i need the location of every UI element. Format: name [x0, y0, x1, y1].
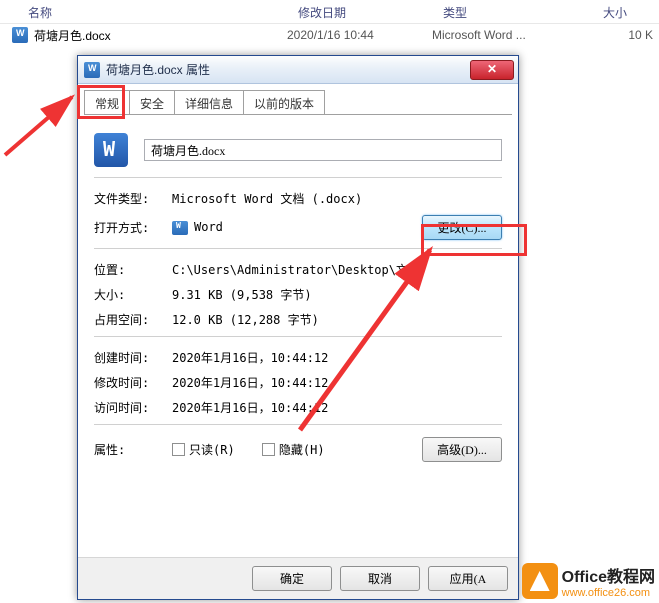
dialog-button-bar: 确定 取消 应用(A	[78, 557, 518, 599]
tab-general[interactable]: 常规	[84, 90, 130, 114]
col-name[interactable]: 名称	[0, 0, 290, 23]
size-value: 9.31 KB (9,538 字节)	[172, 286, 502, 303]
accessed-label: 访问时间:	[94, 399, 172, 416]
hidden-checkbox[interactable]: 隐藏(H)	[262, 441, 325, 458]
watermark-icon	[522, 563, 558, 599]
change-button[interactable]: 更改(C)...	[422, 215, 502, 240]
separator	[94, 424, 502, 425]
tab-security[interactable]: 安全	[129, 90, 175, 114]
tab-details[interactable]: 详细信息	[174, 90, 244, 114]
attributes-label: 属性:	[94, 441, 172, 458]
cancel-button[interactable]: 取消	[340, 566, 420, 591]
separator	[94, 248, 502, 249]
file-name: 荷塘月色.docx	[34, 27, 287, 44]
file-date: 2020/1/16 10:44	[287, 28, 432, 42]
watermark-title: Office教程网	[562, 563, 655, 587]
modified-label: 修改时间:	[94, 374, 172, 391]
filetype-value: Microsoft Word 文档 (.docx)	[172, 190, 502, 207]
size-label: 大小:	[94, 286, 172, 303]
readonly-checkbox[interactable]: 只读(R)	[172, 441, 235, 458]
file-row[interactable]: 荷塘月色.docx 2020/1/16 10:44 Microsoft Word…	[0, 24, 659, 46]
file-size: 10 K	[592, 28, 659, 42]
properties-dialog: 荷塘月色.docx 属性 ✕ 常规 安全 详细信息 以前的版本 文件类型: Mi…	[77, 55, 519, 600]
tab-content: 文件类型: Microsoft Word 文档 (.docx) 打开方式: Wo…	[78, 115, 518, 476]
separator	[94, 177, 502, 178]
disksize-value: 12.0 KB (12,288 字节)	[172, 311, 502, 328]
separator	[94, 336, 502, 337]
title-bar[interactable]: 荷塘月色.docx 属性 ✕	[78, 56, 518, 84]
tab-previous-versions[interactable]: 以前的版本	[243, 90, 325, 114]
col-size[interactable]: 大小	[595, 0, 659, 23]
watermark-url: www.office26.com	[562, 587, 655, 599]
created-value: 2020年1月16日，10:44:12	[172, 349, 502, 366]
small-word-icon	[172, 221, 188, 235]
ok-button[interactable]: 确定	[252, 566, 332, 591]
created-label: 创建时间:	[94, 349, 172, 366]
openwith-label: 打开方式:	[94, 219, 172, 236]
openwith-value: Word	[172, 220, 422, 235]
explorer-column-header: 名称 修改日期 类型 大小	[0, 0, 659, 24]
filetype-label: 文件类型:	[94, 190, 172, 207]
word-icon	[84, 62, 100, 78]
accessed-value: 2020年1月16日，10:44:12	[172, 399, 502, 416]
disksize-label: 占用空间:	[94, 311, 172, 328]
location-value: C:\Users\Administrator\Desktop\文章	[172, 261, 502, 278]
col-date[interactable]: 修改日期	[290, 0, 435, 23]
watermark: Office教程网 www.office26.com	[522, 563, 655, 599]
dialog-title: 荷塘月色.docx 属性	[106, 61, 470, 78]
advanced-button[interactable]: 高级(D)...	[422, 437, 502, 462]
modified-value: 2020年1月16日，10:44:12	[172, 374, 502, 391]
close-button[interactable]: ✕	[470, 60, 514, 80]
file-type: Microsoft Word ...	[432, 28, 592, 42]
tab-strip: 常规 安全 详细信息 以前的版本	[84, 90, 518, 114]
apply-button[interactable]: 应用(A	[428, 566, 508, 591]
big-word-icon	[94, 133, 128, 167]
col-type[interactable]: 类型	[435, 0, 595, 23]
filename-input[interactable]	[144, 139, 502, 161]
word-file-icon	[12, 27, 28, 43]
location-label: 位置:	[94, 261, 172, 278]
